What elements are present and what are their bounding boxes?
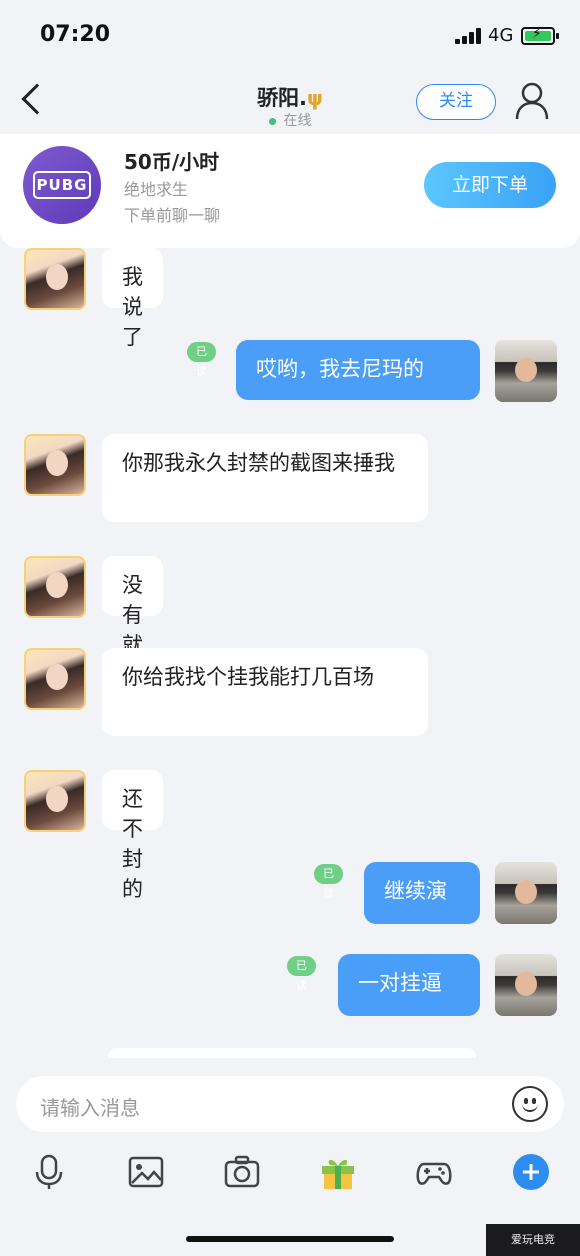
message-bubble: 哎哟，我去尼玛的 [236,340,480,400]
trident-icon: ψ [307,86,323,110]
chat-hint: 下单前聊一聊 [124,206,221,225]
message-bubble: 我说了 [102,248,163,349]
status-time: 07:20 [40,22,111,47]
avatar[interactable] [24,434,86,496]
message-list[interactable]: 我说了 已读 哎哟，我去尼玛的 你那我永久封禁的截图来捶我 没有就别说 你给我找… [0,248,580,1058]
read-badge: 已读 [187,342,216,378]
gamepad-icon[interactable] [416,1154,452,1190]
avatar[interactable] [495,954,557,1016]
user-profile-icon[interactable] [515,82,549,120]
message-bubble: 你给我找个挂我能打几百场 [102,648,428,736]
avatar[interactable] [24,648,86,710]
message-input[interactable]: 请输入消息 [16,1076,564,1132]
read-badge: 已读 [314,864,343,900]
online-dot-icon [268,117,276,125]
read-badge: 已读 [287,956,316,992]
follow-button[interactable]: 关注 [416,84,496,120]
message-bubble: 一对挂逼 [338,954,480,1016]
chat-title-text: 骄阳. [257,86,308,110]
gift-icon[interactable] [320,1154,356,1190]
network-label: 4G [488,25,514,46]
home-indicator [186,1236,394,1242]
message-input-placeholder: 请输入消息 [40,1096,140,1120]
pubg-logo: PUBG [23,146,101,224]
chat-header: 骄阳.ψ 在线 关注 [0,70,580,134]
price-label: 50币/小时 [124,150,220,174]
avatar[interactable] [24,770,86,832]
image-icon[interactable] [128,1154,164,1190]
order-now-button[interactable]: 立即下单 [424,162,556,208]
game-name: 绝地求生 [124,180,189,199]
status-bar: 07:20 4G ⚡ [0,0,580,70]
message-bubble: 还不封的 [102,770,163,901]
battery-icon: ⚡ [521,26,559,45]
avatar[interactable] [495,340,557,402]
order-card: PUBG 50币/小时 绝地求生 下单前聊一聊 立即下单 [0,134,580,248]
avatar[interactable] [495,862,557,924]
message-bubble-partial [108,1048,476,1058]
online-status: 在线 [0,110,580,130]
watermark-logo: 爱玩电竞 [486,1224,580,1256]
plus-icon[interactable] [513,1154,549,1190]
message-bubble: 你那我永久封禁的截图来捶我 [102,434,428,522]
mic-icon[interactable] [31,1154,67,1190]
pubg-logo-text: PUBG [33,171,91,199]
message-bubble: 继续演 [364,862,480,924]
emoji-icon[interactable] [512,1086,548,1122]
signal-icon [455,28,481,44]
avatar[interactable] [24,248,86,310]
online-label: 在线 [283,113,312,129]
message-bubble: 没有就别说 [102,556,163,717]
camera-icon[interactable] [224,1154,260,1190]
avatar[interactable] [24,556,86,618]
